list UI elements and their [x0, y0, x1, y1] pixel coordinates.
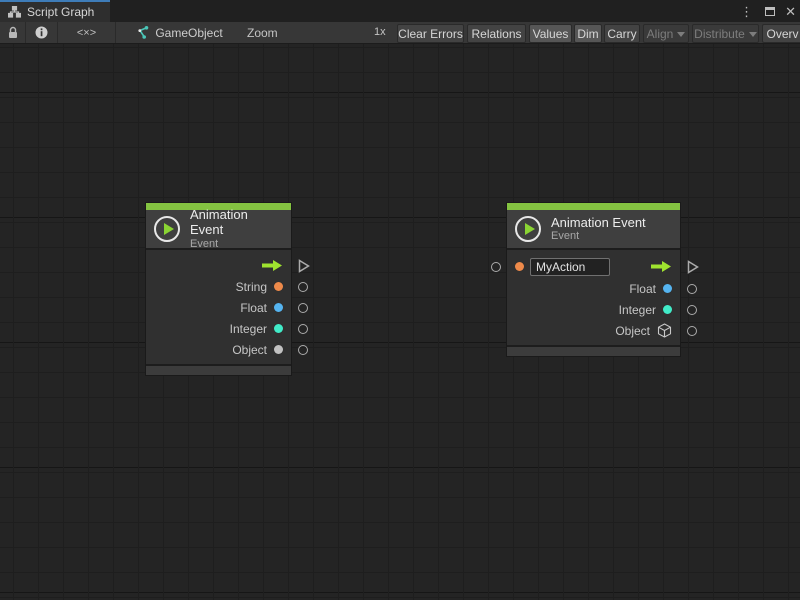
- chevron-down-icon: [749, 32, 757, 37]
- value-output-port[interactable]: [298, 303, 308, 313]
- object-cube-icon: [657, 323, 672, 338]
- graph-toolbar: <×> GameObject Zoom 1x Clear Errors Rela…: [0, 22, 800, 44]
- value-output-row: Object: [146, 339, 291, 360]
- graph-canvas[interactable]: Animation Event Event String Float: [0, 44, 800, 600]
- zoom-value: 1x: [374, 26, 386, 38]
- carry-label: Carry: [607, 27, 636, 41]
- float-type-icon: [663, 284, 672, 293]
- values-toggle-button[interactable]: Values: [529, 24, 572, 43]
- overview-label: Overv: [766, 27, 798, 41]
- value-output-port[interactable]: [687, 326, 697, 336]
- node-body: String Float Integer Object: [146, 250, 291, 364]
- string-type-icon: [274, 282, 283, 291]
- flow-arrow-icon: [261, 259, 283, 272]
- port-label-float: Float: [240, 301, 267, 315]
- port-label-float: Float: [629, 282, 656, 296]
- node-title: Animation Event: [190, 207, 281, 238]
- value-output-row: String: [146, 276, 291, 297]
- flow-output-port[interactable]: [687, 260, 699, 274]
- code-icon: <×>: [77, 27, 96, 39]
- port-label-integer: Integer: [230, 322, 267, 336]
- value-output-row: Integer: [146, 318, 291, 339]
- align-label: Align: [647, 27, 674, 41]
- titlebar: Script Graph ⋮ ✕: [0, 0, 800, 22]
- flow-output-port[interactable]: [298, 259, 310, 273]
- value-output-port[interactable]: [298, 282, 308, 292]
- node-header[interactable]: Animation Event Event: [507, 210, 680, 250]
- name-input-row: [507, 255, 680, 278]
- port-label-integer: Integer: [619, 303, 656, 317]
- overview-button[interactable]: Overv: [762, 24, 800, 43]
- object-type-icon: [274, 345, 283, 354]
- node-body: Float Integer Object: [507, 250, 680, 345]
- value-output-port[interactable]: [687, 284, 697, 294]
- port-label-string: String: [236, 280, 267, 294]
- window-controls: ⋮ ✕: [738, 0, 796, 22]
- port-label-object: Object: [232, 343, 267, 357]
- clear-errors-button[interactable]: Clear Errors: [397, 24, 464, 43]
- node-header[interactable]: Animation Event Event: [146, 210, 291, 250]
- info-button[interactable]: [26, 22, 58, 43]
- node-footer: [146, 364, 291, 375]
- relations-label: Relations: [471, 27, 521, 41]
- flow-output-row: [146, 255, 291, 276]
- target-indicator[interactable]: GameObject: [116, 22, 242, 43]
- value-input-port[interactable]: [491, 262, 501, 272]
- node-accent-bar: [507, 203, 680, 210]
- value-output-row: Integer: [507, 299, 680, 320]
- gameobject-graph-icon: [135, 26, 149, 39]
- distribute-dropdown-button[interactable]: Distribute: [692, 24, 759, 43]
- window-menu-icon[interactable]: ⋮: [738, 5, 755, 18]
- value-output-row: Float: [146, 297, 291, 318]
- code-view-button[interactable]: <×>: [58, 22, 116, 43]
- event-play-icon: [154, 216, 180, 242]
- event-play-icon: [515, 216, 541, 242]
- node-title: Animation Event: [551, 215, 646, 231]
- animation-event-node-1[interactable]: Animation Event Event String Float: [146, 203, 291, 375]
- value-output-port[interactable]: [298, 324, 308, 334]
- integer-type-icon: [663, 305, 672, 314]
- align-dropdown-button[interactable]: Align: [643, 24, 689, 43]
- values-label: Values: [533, 27, 569, 41]
- clear-errors-label: Clear Errors: [398, 27, 463, 41]
- tab-title: Script Graph: [27, 5, 94, 19]
- graph-icon: [8, 6, 21, 18]
- event-name-input[interactable]: [530, 258, 610, 276]
- close-icon[interactable]: ✕: [785, 5, 796, 18]
- zoom-label: Zoom: [247, 26, 278, 40]
- value-output-port[interactable]: [298, 345, 308, 355]
- value-output-row: Float: [507, 278, 680, 299]
- lock-icon: [7, 26, 19, 39]
- animation-event-node-2[interactable]: Animation Event Event Float: [507, 203, 680, 356]
- dim-toggle-button[interactable]: Dim: [574, 24, 602, 43]
- info-icon: [35, 26, 48, 39]
- node-subtitle: Event: [551, 230, 646, 243]
- value-output-row: Object: [507, 320, 680, 341]
- relations-button[interactable]: Relations: [467, 24, 526, 43]
- port-label-object: Object: [615, 324, 650, 338]
- carry-button[interactable]: Carry: [604, 24, 640, 43]
- chevron-down-icon: [677, 32, 685, 37]
- node-subtitle: Event: [190, 238, 281, 251]
- integer-type-icon: [274, 324, 283, 333]
- tab-script-graph[interactable]: Script Graph: [0, 0, 110, 22]
- flow-arrow-icon: [650, 260, 672, 273]
- value-output-port[interactable]: [687, 305, 697, 315]
- dim-label: Dim: [577, 27, 598, 41]
- string-type-icon: [515, 262, 524, 271]
- maximize-icon[interactable]: [765, 7, 775, 16]
- distribute-label: Distribute: [694, 27, 745, 41]
- target-label: GameObject: [155, 26, 222, 40]
- float-type-icon: [274, 303, 283, 312]
- lock-button[interactable]: [0, 22, 26, 43]
- node-footer: [507, 345, 680, 356]
